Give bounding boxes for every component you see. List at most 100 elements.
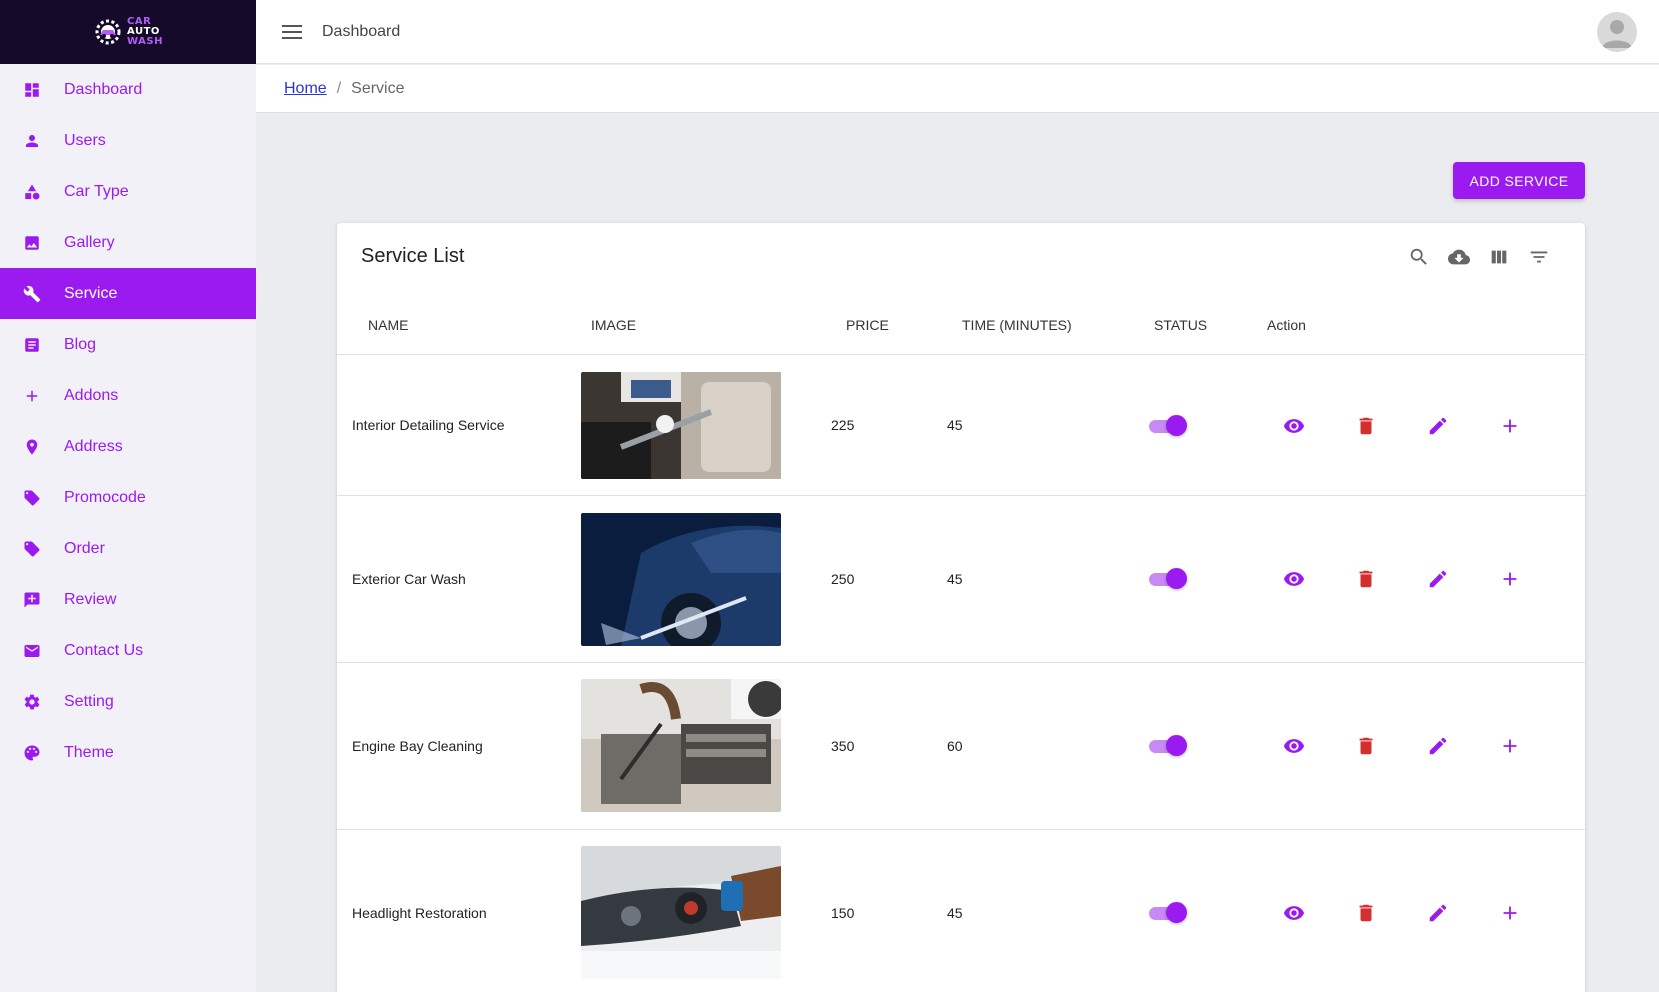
sidebar-item-setting[interactable]: Setting — [0, 676, 256, 727]
sidebar-item-label: Setting — [64, 692, 114, 710]
sidebar-item-addons[interactable]: Addons — [0, 370, 256, 421]
service-time: 45 — [947, 905, 963, 921]
column-header-action: Action — [1267, 317, 1306, 333]
sidebar-item-gallery[interactable]: Gallery — [0, 217, 256, 268]
sidebar-item-dashboard[interactable]: Dashboard — [0, 64, 256, 115]
sidebar: CAR AUTO WASH Dashboard Users Car Type G… — [0, 0, 256, 992]
edit-icon[interactable] — [1425, 413, 1451, 439]
sidebar-nav: Dashboard Users Car Type Gallery Service… — [0, 64, 256, 778]
table-row: Headlight Restoration 150 45 — [337, 830, 1585, 992]
sidebar-item-contact-us[interactable]: Contact Us — [0, 625, 256, 676]
service-image — [581, 372, 781, 479]
interior-detailing-photo — [581, 372, 781, 479]
filter-icon[interactable] — [1527, 245, 1551, 269]
breadcrumb-current: Service — [351, 79, 405, 97]
sidebar-item-address[interactable]: Address — [0, 421, 256, 472]
sidebar-item-order[interactable]: Order — [0, 523, 256, 574]
table-row: Interior Detailing Service 225 45 — [337, 356, 1585, 496]
table-row: Engine Bay Cleaning 350 60 — [337, 663, 1585, 830]
avatar[interactable] — [1597, 12, 1637, 52]
user-avatar-icon — [1602, 20, 1632, 48]
status-toggle[interactable] — [1149, 415, 1187, 437]
delete-icon[interactable] — [1353, 733, 1379, 759]
breadcrumb-home-link[interactable]: Home — [284, 80, 327, 98]
view-icon[interactable] — [1281, 413, 1307, 439]
menu-toggle-icon[interactable] — [282, 24, 302, 39]
service-price: 225 — [831, 417, 855, 433]
edit-icon[interactable] — [1425, 900, 1451, 926]
breadcrumb-separator: / — [336, 79, 342, 97]
service-name: Headlight Restoration — [352, 905, 487, 921]
add-icon[interactable] — [1497, 900, 1523, 926]
person-icon — [22, 131, 42, 151]
service-name: Interior Detailing Service — [352, 417, 505, 433]
sidebar-item-users[interactable]: Users — [0, 115, 256, 166]
page-title: Dashboard — [322, 22, 401, 40]
download-icon[interactable] — [1447, 245, 1471, 269]
brand-line-3: WASH — [127, 36, 163, 47]
breadcrumb: Home / Service — [256, 65, 1659, 113]
delete-icon[interactable] — [1353, 566, 1379, 592]
sidebar-item-blog[interactable]: Blog — [0, 319, 256, 370]
search-icon[interactable] — [1407, 245, 1431, 269]
status-toggle[interactable] — [1149, 902, 1187, 924]
sidebar-item-label: Promocode — [64, 488, 146, 506]
sidebar-item-review[interactable]: Review — [0, 574, 256, 625]
sidebar-item-label: Dashboard — [64, 80, 143, 98]
engine-bay-photo — [581, 679, 781, 812]
status-toggle[interactable] — [1149, 568, 1187, 590]
exterior-wash-photo — [581, 513, 781, 646]
sidebar-item-label: Blog — [64, 335, 97, 353]
add-icon[interactable] — [1497, 413, 1523, 439]
delete-icon[interactable] — [1353, 900, 1379, 926]
plus-icon — [22, 386, 42, 406]
column-header-status[interactable]: STATUS — [1154, 305, 1207, 355]
sidebar-item-label: Address — [64, 437, 123, 455]
service-price: 250 — [831, 571, 855, 587]
table-header: NAME IMAGE PRICE TIME (MINUTES) STATUS A… — [337, 305, 1585, 355]
top-bar: Dashboard — [256, 0, 1659, 64]
view-icon[interactable] — [1281, 733, 1307, 759]
service-name: Exterior Car Wash — [352, 571, 466, 587]
status-toggle[interactable] — [1149, 735, 1187, 757]
add-icon[interactable] — [1497, 566, 1523, 592]
edit-icon[interactable] — [1425, 566, 1451, 592]
location-pin-icon — [22, 437, 42, 457]
add-service-button[interactable]: ADD SERVICE — [1453, 162, 1585, 199]
column-header-time[interactable]: TIME (MINUTES) — [962, 305, 1072, 355]
palette-icon — [22, 743, 42, 763]
sidebar-item-service[interactable]: Service — [0, 268, 256, 319]
service-image — [581, 513, 781, 646]
service-image — [581, 679, 781, 812]
brand-text: CAR AUTO WASH — [127, 17, 163, 47]
column-header-name[interactable]: NAME — [368, 305, 408, 355]
sidebar-item-label: Theme — [64, 743, 114, 761]
sidebar-item-label: Users — [64, 131, 106, 149]
delete-icon[interactable] — [1353, 413, 1379, 439]
table-toolbar — [1407, 245, 1551, 269]
tag-icon — [22, 488, 42, 508]
view-icon[interactable] — [1281, 900, 1307, 926]
service-time: 60 — [947, 738, 963, 754]
service-time: 45 — [947, 571, 963, 587]
add-icon[interactable] — [1497, 733, 1523, 759]
image-icon — [22, 233, 42, 253]
sidebar-item-label: Contact Us — [64, 641, 144, 659]
sidebar-item-label: Review — [64, 590, 117, 608]
view-icon[interactable] — [1281, 566, 1307, 592]
column-header-price[interactable]: PRICE — [846, 305, 889, 355]
service-list-card: Service List NAME IMAGE PRICE TIME (MINU… — [337, 223, 1585, 992]
view-columns-icon[interactable] — [1487, 245, 1511, 269]
service-name: Engine Bay Cleaning — [352, 738, 483, 754]
service-price: 350 — [831, 738, 855, 754]
brand-logo[interactable]: CAR AUTO WASH — [93, 17, 163, 47]
wrench-icon — [22, 284, 42, 304]
sidebar-item-theme[interactable]: Theme — [0, 727, 256, 778]
table-title: Service List — [361, 245, 465, 267]
sidebar-item-promocode[interactable]: Promocode — [0, 472, 256, 523]
rate-review-icon — [22, 590, 42, 610]
headlight-photo — [581, 846, 781, 979]
sidebar-item-car-type[interactable]: Car Type — [0, 166, 256, 217]
edit-icon[interactable] — [1425, 733, 1451, 759]
column-header-image[interactable]: IMAGE — [591, 305, 636, 355]
